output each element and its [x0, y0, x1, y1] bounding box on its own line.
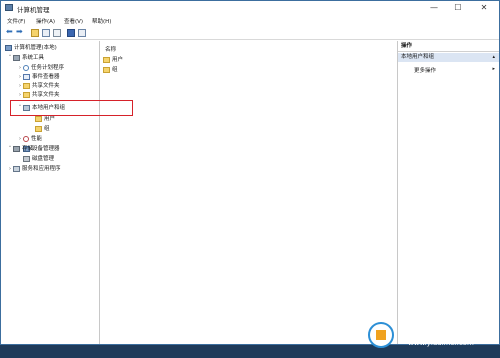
- disk-icon: [23, 155, 30, 162]
- watermark: 纯净系统家园 www.yidaimei.com: [368, 320, 498, 352]
- submenu-arrow-icon[interactable]: ▸: [492, 66, 495, 72]
- tree-item-performance[interactable]: › 性能: [17, 135, 42, 143]
- menu-bar: 文件(F) 操作(A) 查看(V) 帮助(H): [1, 16, 499, 26]
- tree-label-disk-management: 磁盘管理: [32, 156, 55, 162]
- tree-item-services-apps[interactable]: › 服务和应用程序: [7, 165, 61, 173]
- tree-item-storage[interactable]: ˅ 存储: [7, 145, 33, 153]
- window-title: 计算机管理: [17, 6, 50, 14]
- services-icon: [13, 165, 20, 172]
- folder-icon: [35, 115, 42, 122]
- actions-section[interactable]: 本地用户和组 ▴: [398, 53, 499, 62]
- back-arrow-icon[interactable]: ⬅: [6, 28, 14, 36]
- house-icon: [376, 330, 386, 340]
- tools-icon: [13, 54, 20, 61]
- menu-file[interactable]: 文件(F): [7, 17, 25, 25]
- tree-item-task-scheduler[interactable]: › 任务计划程序: [17, 64, 64, 72]
- tree-label-system-tools: 系统工具: [22, 55, 45, 61]
- tree-label-shared-folders-2: 共享文件夹: [32, 92, 60, 98]
- tree-label-groups: 组: [44, 126, 50, 132]
- list-item[interactable]: 用户: [103, 56, 123, 64]
- tree-item-shared-folders-2[interactable]: › 共享文件夹: [17, 91, 60, 99]
- menu-help[interactable]: 帮助(H): [92, 17, 111, 25]
- tree-item-system-tools[interactable]: ˅ 系统工具: [7, 54, 44, 62]
- list-item-label: 组: [112, 67, 118, 73]
- tree-label-users: 用户: [44, 116, 56, 122]
- tree-item-users[interactable]: 用户: [35, 115, 55, 123]
- folder-icon: [35, 125, 42, 132]
- tree-label-services-apps: 服务和应用程序: [22, 166, 61, 172]
- more-actions-label: 更多操作: [414, 68, 437, 74]
- show-hide-tree-icon[interactable]: [42, 29, 50, 37]
- collapse-arrow-icon[interactable]: ▴: [492, 53, 495, 62]
- shared-folder-icon: [23, 82, 30, 89]
- menu-view[interactable]: 查看(V): [64, 17, 83, 25]
- tree-label-event-viewer: 事件查看器: [32, 74, 60, 80]
- tree-label-task-scheduler: 任务计划程序: [31, 65, 65, 71]
- toolbar: ⬅ ➡: [1, 27, 499, 40]
- shared-folder-icon: [23, 91, 30, 98]
- tree-label-storage: 存储: [22, 146, 34, 152]
- event-viewer-icon: [23, 73, 30, 80]
- show-hide-action-pane-icon[interactable]: [78, 29, 86, 37]
- maximize-button[interactable]: ☐: [447, 2, 469, 14]
- list-item-label: 用户: [112, 57, 124, 63]
- close-button[interactable]: ✕: [473, 2, 495, 14]
- navigation-tree: 计算机管理(本地) ˅ 系统工具 › 任务计划程序 › 事件查看器 › 共享文件夹 › 共…: [5, 41, 100, 344]
- folder-icon: [103, 66, 110, 73]
- more-actions-item[interactable]: 更多操作: [414, 66, 436, 74]
- watermark-title: 纯净系统家园: [398, 325, 467, 338]
- tree-item-shared-folders[interactable]: › 共享文件夹: [17, 82, 60, 90]
- forward-arrow-icon[interactable]: ➡: [16, 28, 24, 36]
- up-folder-icon[interactable]: [31, 29, 39, 37]
- performance-icon: [23, 135, 29, 142]
- title-bar: 计算机管理 — ☐ ✕: [1, 1, 499, 15]
- tree-item-groups[interactable]: 组: [35, 125, 50, 133]
- tree-label-performance: 性能: [31, 136, 43, 142]
- export-list-icon[interactable]: [53, 29, 61, 37]
- minimize-button[interactable]: —: [423, 2, 445, 14]
- help-icon[interactable]: [67, 29, 75, 37]
- storage-icon: [13, 145, 20, 152]
- watermark-url: www.yidaimei.com: [408, 339, 474, 347]
- tree-item-root[interactable]: 计算机管理(本地): [5, 44, 57, 52]
- tree-label-device-manager: 设备管理器: [32, 146, 60, 152]
- clock-icon: [23, 64, 29, 71]
- actions-title: 操作: [398, 41, 499, 52]
- computer-management-icon: [5, 4, 13, 11]
- tree-label-shared-folders: 共享文件夹: [32, 83, 60, 89]
- menu-action[interactable]: 操作(A): [36, 17, 55, 25]
- computer-management-window: 计算机管理 — ☐ ✕ 文件(F) 操作(A) 查看(V) 帮助(H) ⬅ ➡ …: [0, 0, 500, 345]
- computer-management-icon: [5, 44, 12, 51]
- list-item[interactable]: 组: [103, 66, 118, 74]
- actions-section-label: 本地用户和组: [401, 54, 435, 60]
- content-pane: 名称 用户 组: [101, 41, 398, 344]
- tree-item-disk-management[interactable]: 磁盘管理: [23, 155, 54, 163]
- tree-item-event-viewer[interactable]: › 事件查看器: [17, 73, 60, 81]
- column-header-name[interactable]: 名称: [105, 45, 116, 53]
- actions-pane: 操作 本地用户和组 ▴ 更多操作 ▸: [398, 41, 499, 344]
- folder-icon: [103, 56, 110, 63]
- tree-label-root: 计算机管理(本地): [14, 45, 57, 51]
- watermark-logo-icon: [368, 322, 394, 348]
